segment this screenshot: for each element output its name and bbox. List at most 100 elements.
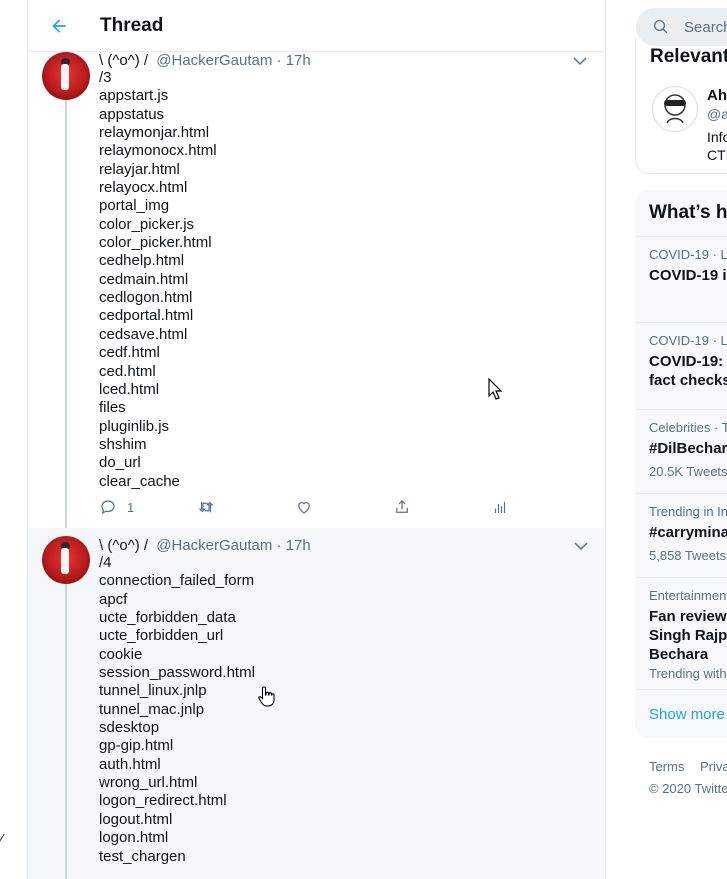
analytics-button[interactable] (491, 498, 509, 516)
tweet-line: /3 (99, 69, 112, 86)
footer-terms-link[interactable]: Terms (649, 759, 684, 774)
tweet-line: cookie (99, 645, 143, 663)
tweet-line: test_chargen (99, 847, 186, 865)
tweet-line: tunnel_mac.jnlp (99, 700, 205, 718)
avatar[interactable] (42, 536, 90, 584)
trend-item[interactable]: Entertainment Fan reviews Singh Rajpu Be… (635, 577, 727, 689)
tweet-line: ucte_forbidden_data (99, 609, 236, 627)
tweet-line: color_picker.html (99, 234, 212, 252)
thread-header: Thread (28, 0, 605, 52)
thread-column: Thread \ (^o^) / @HackerGautam · 17h /3 … (28, 0, 606, 879)
tweet-line: relayjar.html (99, 160, 180, 178)
relevant-title: Relevant (650, 46, 727, 67)
tweet-line: lced.html (99, 380, 160, 398)
chevron-down-icon[interactable] (572, 537, 590, 555)
trend-name: Bechara (649, 646, 709, 663)
heart-icon (298, 502, 310, 514)
right-sidebar: Relevant Ah @a Info CTI Search What’s h … (607, 0, 727, 879)
trend-item[interactable]: COVID-19 · L COVID-19: fact checks (635, 322, 727, 409)
tweet-line: ced.html (99, 362, 156, 380)
tweet-meta: \ (^o^) / @HackerGautam · 17h (99, 537, 311, 555)
bio-line: Info (707, 129, 727, 145)
show-more-link[interactable]: Show more (649, 706, 725, 723)
search-input[interactable]: Search (636, 8, 727, 46)
back-button[interactable] (44, 11, 74, 41)
tweet[interactable]: \ (^o^) / @HackerGautam · 17h /3 appstar… (28, 52, 605, 528)
left-gutter: ⁄ (0, 0, 28, 879)
trend-subtext: Trending with (649, 666, 727, 681)
tweet-text: /3 appstart.js appstatus relaymonjar.htm… (99, 69, 217, 491)
trend-item[interactable]: COVID-19 · L COVID-19 i (635, 236, 727, 322)
tweet-actions: 1 (99, 498, 519, 520)
tweet-line: relaymonocx.html (99, 142, 217, 160)
analytics-icon (494, 501, 506, 513)
tweet-line: /4 (99, 554, 112, 571)
bio-line: CTI (707, 147, 727, 163)
tweet-line: gp-gip.html (99, 737, 174, 755)
tweet-line: wrong_url.html (99, 774, 198, 792)
author-handle[interactable]: @HackerGautam (156, 537, 272, 554)
tweet-line: files (99, 399, 126, 417)
arrow-left-icon (52, 18, 66, 33)
tweet-line: color_picker.js (99, 215, 195, 233)
relevant-people-panel: Relevant Ah @a Info CTI (635, 38, 727, 174)
share-button[interactable] (393, 498, 411, 516)
tweet-line: connection_failed_form (99, 572, 255, 590)
footer-privacy-link[interactable]: Privac (700, 759, 727, 774)
relevant-handle[interactable]: @a (707, 106, 727, 122)
trend-count: 20.5K Tweets (649, 464, 727, 479)
tweet-line: portal_img (99, 197, 170, 215)
trend-context: Entertainment (649, 588, 727, 603)
author-handle[interactable]: @HackerGautam (156, 52, 272, 69)
search-placeholder: Search (684, 18, 727, 36)
like-button[interactable] (295, 498, 313, 516)
tweet-line: relaymonjar.html (99, 124, 210, 142)
tweet-line: do_url (99, 454, 141, 472)
tweet-line: sdesktop (99, 719, 160, 737)
tweet-line: clear_cache (99, 472, 180, 490)
avatar[interactable] (652, 86, 698, 132)
trend-item[interactable]: Celebrities · T #DilBechar 20.5K Tweets (635, 409, 727, 493)
chevron-down-icon[interactable] (571, 52, 589, 70)
tweet-line: relayocx.html (99, 179, 188, 197)
tweet-time[interactable]: · 17h (277, 52, 311, 69)
trend-context: COVID-19 · L (649, 333, 727, 348)
footer-copyright: © 2020 Twitte (649, 781, 727, 796)
relevant-name[interactable]: Ah (707, 87, 727, 104)
tweet-line: tunnel_linux.jnlp (99, 682, 207, 700)
tweet-line: logon_redirect.html (99, 792, 227, 810)
reply-count: 1 (127, 499, 135, 515)
tweet-line: pluginlib.js (99, 417, 170, 435)
tweet-line: logout.html (99, 810, 173, 828)
author-name[interactable]: \ (^o^) / (99, 537, 148, 554)
reply-button[interactable]: 1 (99, 498, 134, 516)
tweet[interactable]: \ (^o^) / @HackerGautam · 17h /4 connect… (28, 528, 605, 879)
trend-context: Celebrities · T (649, 420, 727, 435)
retweet-icon (198, 501, 214, 513)
tweet-line: apcf (99, 590, 128, 608)
tweet-line: cedf.html (99, 344, 160, 362)
share-icon (396, 500, 408, 513)
search-icon (653, 19, 668, 34)
tweet-line: ucte_forbidden_url (99, 627, 224, 645)
trend-name: #carrymina (649, 524, 727, 541)
page-title: Thread (100, 14, 164, 36)
trend-item[interactable]: Trending in In #carrymina 5,858 Tweets (635, 493, 727, 577)
tweet-line: cedhelp.html (99, 252, 185, 270)
trend-name: Fan reviews (649, 608, 727, 625)
tweet-line: logon.html (99, 829, 169, 847)
trend-context: Trending in In (649, 504, 727, 519)
tweet-time[interactable]: · 17h (277, 537, 311, 554)
tweet-line: shshim (99, 435, 147, 453)
tweet-line: session_password.html (99, 664, 255, 682)
author-name[interactable]: \ (^o^) / (99, 52, 148, 69)
hand-cursor-icon (258, 686, 275, 707)
tweet-line: cedportal.html (99, 307, 194, 325)
trend-name: COVID-19 i (649, 267, 727, 284)
trend-count: 5,858 Tweets (649, 548, 727, 563)
trends-panel: What’s h COVID-19 · L COVID-19 i COVID-1… (635, 190, 727, 738)
tweet-line: cedmain.html (99, 270, 189, 288)
avatar[interactable] (42, 52, 90, 100)
retweet-button[interactable] (197, 498, 215, 516)
trends-title: What’s h (649, 202, 727, 223)
